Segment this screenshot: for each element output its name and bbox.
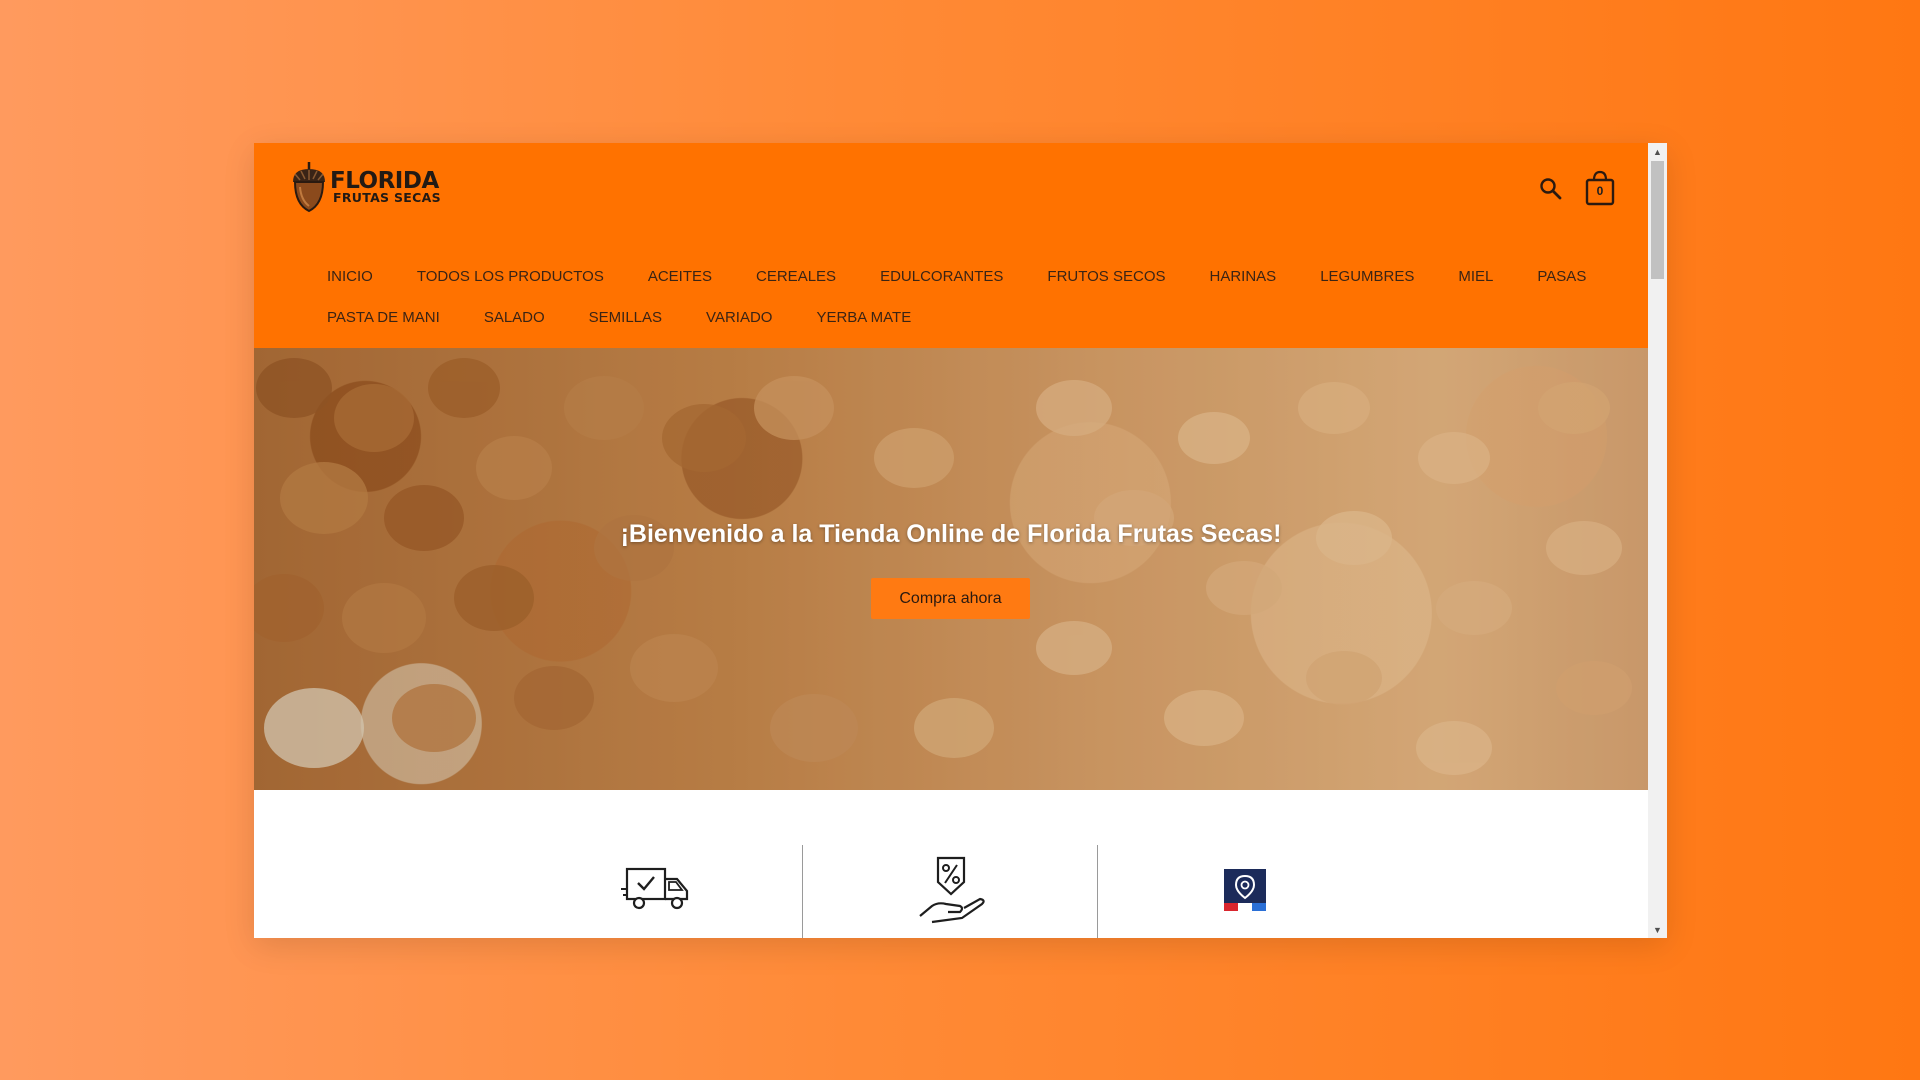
feature-delivery xyxy=(621,865,691,918)
hero-banner: ¡Bienvenido a la Tienda Online de Florid… xyxy=(254,348,1648,790)
logo-wordmark: FLORIDA FRUTAS SECAS xyxy=(330,169,441,205)
nav-item-edulcorantes[interactable]: EDULCORANTES xyxy=(880,268,1003,285)
nav-row-2: PASTA DE MANI SALADO SEMILLAS VARIADO YE… xyxy=(327,297,1617,338)
brand-tagline: FRUTAS SECAS xyxy=(333,189,441,205)
feature-location xyxy=(1224,869,1266,916)
feature-divider-2 xyxy=(1097,845,1098,938)
location-pin-icon xyxy=(1224,869,1266,911)
shop-now-button[interactable]: Compra ahora xyxy=(871,578,1030,619)
site-logo[interactable]: FLORIDA FRUTAS SECAS xyxy=(290,160,441,214)
nav-item-todos-los-productos[interactable]: TODOS LOS PRODUCTOS xyxy=(417,268,604,285)
browser-window: FLORIDA FRUTAS SECAS 0 INICIO TODOS LOS … xyxy=(254,143,1667,938)
nav-item-inicio[interactable]: INICIO xyxy=(327,268,373,285)
feature-divider-1 xyxy=(802,845,803,938)
nav-item-pasas[interactable]: PASAS xyxy=(1537,268,1586,285)
nav-item-salado[interactable]: SALADO xyxy=(484,309,545,326)
page-content: FLORIDA FRUTAS SECAS 0 INICIO TODOS LOS … xyxy=(254,143,1648,938)
nav-item-pasta-de-mani[interactable]: PASTA DE MANI xyxy=(327,309,440,326)
nav-item-legumbres[interactable]: LEGUMBRES xyxy=(1320,268,1414,285)
cart-count-badge: 0 xyxy=(1596,184,1604,198)
feature-discount xyxy=(916,854,986,931)
site-header: FLORIDA FRUTAS SECAS 0 INICIO TODOS LOS … xyxy=(254,143,1648,348)
nav-item-aceites[interactable]: ACEITES xyxy=(648,268,712,285)
scroll-down-arrow[interactable]: ▼ xyxy=(1648,921,1667,938)
acorn-logo-icon xyxy=(293,162,325,213)
nav-item-semillas[interactable]: SEMILLAS xyxy=(589,309,662,326)
scroll-thumb[interactable] xyxy=(1651,161,1664,279)
nav-row-1: INICIO TODOS LOS PRODUCTOS ACEITES CEREA… xyxy=(327,256,1617,297)
nav-item-harinas[interactable]: HARINAS xyxy=(1210,268,1277,285)
main-navigation: INICIO TODOS LOS PRODUCTOS ACEITES CEREA… xyxy=(327,256,1617,338)
nav-item-cereales[interactable]: CEREALES xyxy=(756,268,836,285)
scroll-up-arrow[interactable]: ▲ xyxy=(1648,143,1667,160)
search-icon xyxy=(1540,178,1562,200)
search-button[interactable] xyxy=(1538,176,1564,202)
discount-hand-icon xyxy=(919,856,985,924)
nav-item-frutos-secos[interactable]: FRUTOS SECOS xyxy=(1047,268,1165,285)
nav-item-miel[interactable]: MIEL xyxy=(1458,268,1493,285)
hero-title: ¡Bienvenido a la Tienda Online de Florid… xyxy=(620,520,1282,548)
delivery-truck-icon xyxy=(621,867,689,910)
features-section xyxy=(254,790,1648,938)
vertical-scrollbar[interactable]: ▲ ▼ xyxy=(1648,143,1667,938)
hero-overlay xyxy=(254,348,1648,790)
cart-button[interactable]: 0 xyxy=(1584,168,1616,208)
nav-item-variado[interactable]: VARIADO xyxy=(706,309,772,326)
nav-item-yerba-mate[interactable]: YERBA MATE xyxy=(816,309,911,326)
